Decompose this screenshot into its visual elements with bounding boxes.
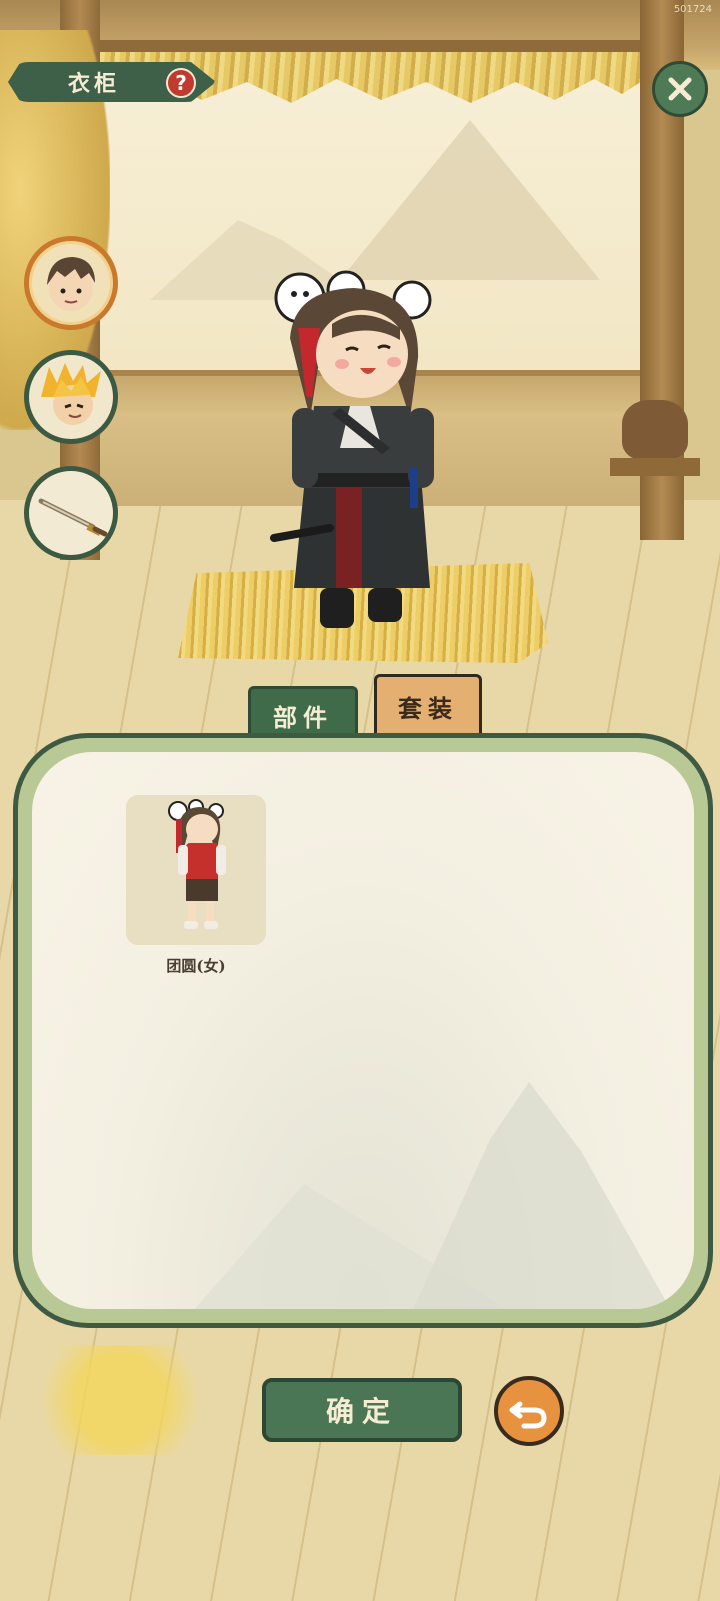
close-button[interactable] — [652, 61, 708, 117]
roof-beam — [60, 40, 660, 52]
close-x-icon — [668, 77, 692, 101]
overlay-debug-text: 501724 — [673, 4, 712, 15]
category-hairstyle-button[interactable] — [24, 236, 118, 330]
confirm-button[interactable]: 确定 — [262, 1378, 462, 1442]
category-weapon-button[interactable] — [24, 466, 118, 560]
undo-button[interactable] — [494, 1376, 564, 1446]
tab-parts[interactable]: 部件 — [248, 686, 358, 742]
character-preview — [270, 270, 434, 628]
stool — [610, 458, 700, 476]
item-panel — [18, 738, 708, 1323]
fallen-leaves — [20, 1345, 220, 1455]
outfit-item-card[interactable] — [126, 795, 266, 945]
tab-outfits[interactable]: 套装 — [374, 674, 482, 736]
undo-arrow-icon — [509, 1401, 547, 1429]
panel-mountain — [412, 1082, 672, 1309]
sword-icon — [38, 498, 108, 537]
clay-pot — [622, 400, 688, 460]
outfit-item-label: 团圆(女) — [166, 957, 226, 975]
question-icon[interactable]: ? — [166, 68, 196, 98]
hairstyle-portrait-icon — [47, 257, 95, 311]
page-title: 衣柜 — [68, 71, 121, 97]
outfit-preview-icon — [168, 799, 226, 929]
question-glyph: ? — [175, 71, 187, 95]
golden-hair-portrait-icon — [41, 363, 101, 425]
category-face-button[interactable] — [24, 350, 118, 444]
